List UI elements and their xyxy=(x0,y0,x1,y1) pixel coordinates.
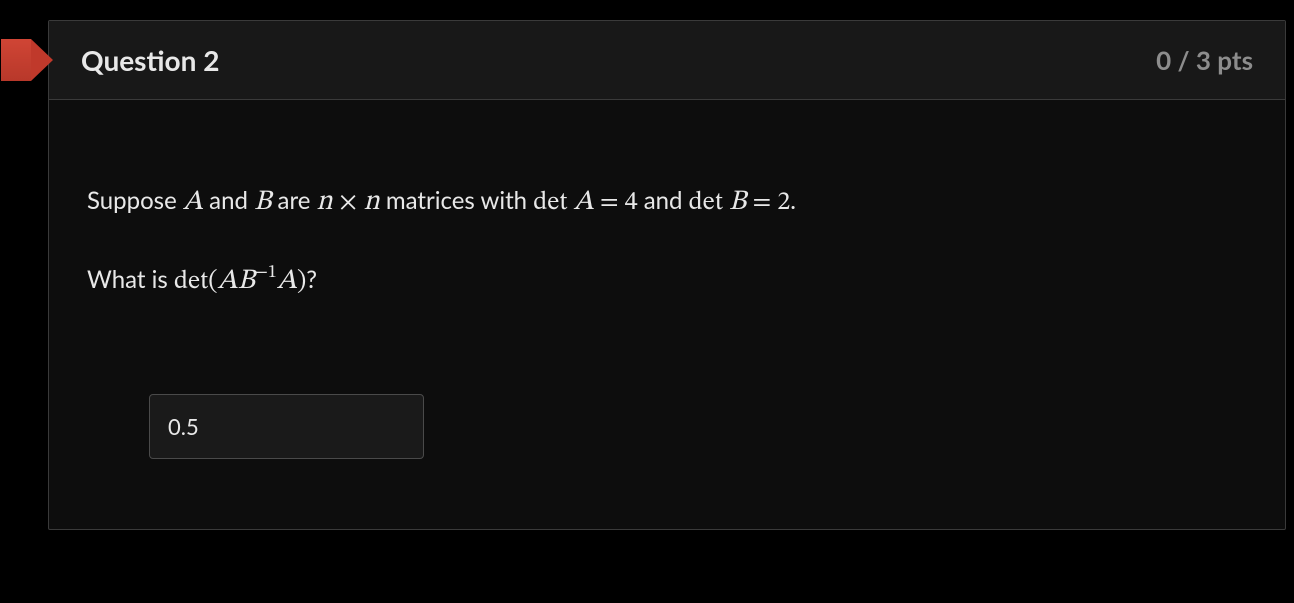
math-var-A: A xyxy=(183,188,203,216)
math-det: det xyxy=(533,190,567,216)
incorrect-arrow-icon xyxy=(1,39,49,81)
text: ? xyxy=(306,265,317,294)
math-det: det xyxy=(174,269,208,295)
answer-row xyxy=(149,394,1247,459)
math-sup-neg1: −1 xyxy=(255,264,277,282)
math-var-B: B xyxy=(238,267,255,295)
math-eq: = xyxy=(746,190,777,216)
math-paren-open: ( xyxy=(208,269,217,295)
prompt-line-2: What is det(AB−1A)? xyxy=(87,259,1247,304)
question-card: Question 2 0 / 3 pts Suppose A and B are… xyxy=(48,20,1286,530)
math-det: det xyxy=(689,190,723,216)
text: What is xyxy=(87,265,174,294)
text: . xyxy=(790,186,796,215)
math-val: 4 xyxy=(625,190,638,216)
math-var-n: n xyxy=(317,188,333,216)
text: and xyxy=(638,186,689,215)
math-eq: = xyxy=(594,190,625,216)
answer-input[interactable] xyxy=(149,394,424,459)
prompt-line-1: Suppose A and B are n × n matrices with … xyxy=(87,180,1247,225)
text: and xyxy=(203,186,254,215)
question-header: Question 2 0 / 3 pts xyxy=(49,21,1285,100)
question-title: Question 2 xyxy=(81,43,219,77)
math-var-A: A xyxy=(218,267,238,295)
math-times: × xyxy=(333,190,364,216)
math-paren-close: ) xyxy=(297,269,306,295)
text: Suppose xyxy=(87,186,183,215)
text: are xyxy=(271,186,316,215)
question-body: Suppose A and B are n × n matrices with … xyxy=(49,100,1285,529)
text: matrices with xyxy=(380,186,533,215)
math-var-A: A xyxy=(277,267,297,295)
math-var-A: A xyxy=(574,188,594,216)
math-var-B: B xyxy=(729,188,746,216)
question-points: 0 / 3 pts xyxy=(1156,44,1253,76)
math-val: 2 xyxy=(777,190,790,216)
math-var-n: n xyxy=(364,188,380,216)
math-var-B: B xyxy=(254,188,271,216)
